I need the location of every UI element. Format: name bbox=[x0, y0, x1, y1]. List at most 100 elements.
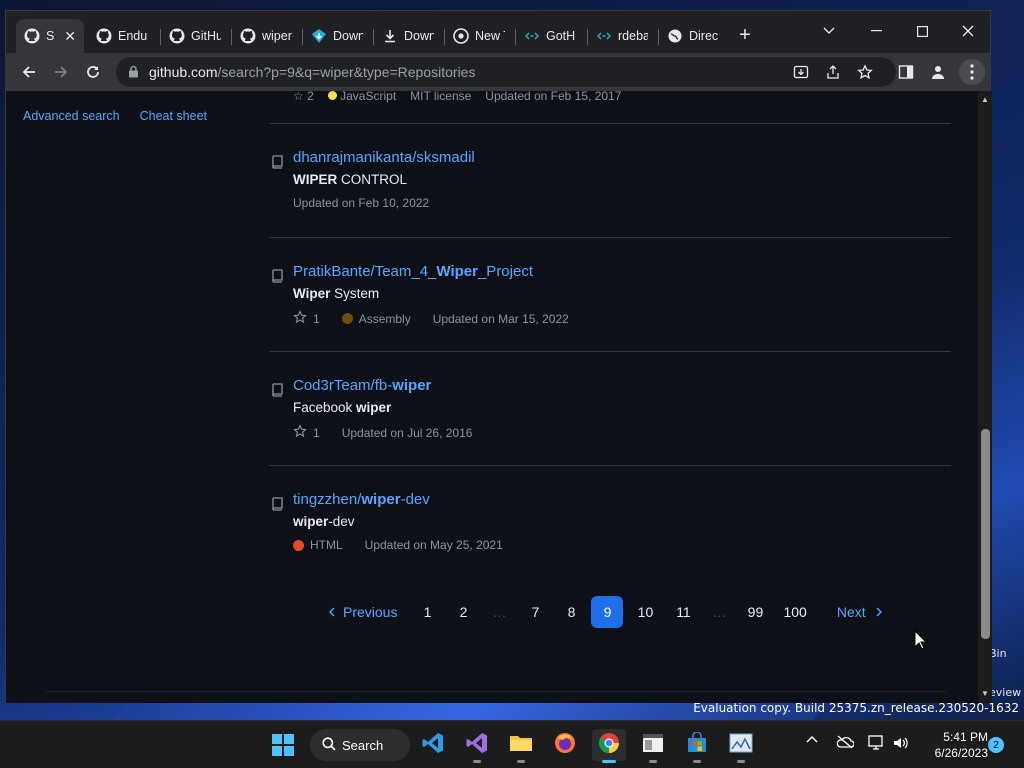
tab-title: Se bbox=[46, 29, 55, 43]
new-tab-button[interactable]: + bbox=[734, 25, 756, 47]
store-app[interactable] bbox=[680, 729, 714, 763]
github-icon bbox=[169, 28, 185, 44]
page-1-link[interactable]: 1 bbox=[411, 596, 443, 628]
url-text[interactable]: github.com/search?p=9&q=wiper&type=Repos… bbox=[149, 64, 475, 80]
file-explorer-app[interactable] bbox=[504, 729, 538, 763]
show-hidden-icons-chevron-icon[interactable] bbox=[806, 735, 818, 743]
page-8-link[interactable]: 8 bbox=[555, 596, 587, 628]
close-icon[interactable]: ✕ bbox=[64, 28, 76, 45]
tab-rdeba[interactable]: rdeba bbox=[588, 19, 656, 53]
profile-icon[interactable] bbox=[927, 61, 949, 83]
star-count: ☆ 2 bbox=[293, 91, 314, 103]
chrome-icon bbox=[453, 28, 469, 44]
star-icon[interactable] bbox=[293, 310, 307, 327]
sidebar-links: Advanced search Cheat sheet bbox=[23, 109, 207, 123]
firefox-app[interactable] bbox=[548, 729, 582, 761]
next-page-link[interactable]: Next bbox=[831, 596, 889, 628]
cheat-sheet-link[interactable]: Cheat sheet bbox=[140, 109, 207, 123]
reload-button[interactable] bbox=[80, 60, 106, 84]
list-item: Cod3rTeam/fb-wiper Facebook wiper 1 Upda… bbox=[269, 377, 951, 440]
previous-page-link[interactable]: Previous bbox=[322, 596, 407, 628]
lock-icon[interactable] bbox=[128, 65, 139, 83]
minimize-button[interactable] bbox=[853, 17, 899, 45]
github-icon bbox=[96, 28, 112, 44]
scroll-down-arrow-icon[interactable]: ▼ bbox=[981, 689, 989, 698]
tab-download-1[interactable]: Down bbox=[303, 19, 371, 53]
tab-download-2[interactable]: Down bbox=[374, 19, 442, 53]
repo-link[interactable]: dhanrajmanikanta/sksmadil bbox=[293, 149, 475, 166]
language-label: Assembly bbox=[358, 311, 411, 326]
repo-link[interactable]: PratikBante/Team_4_Wiper_Project bbox=[293, 263, 533, 280]
forward-button[interactable] bbox=[48, 60, 74, 84]
current-page[interactable]: 9 bbox=[591, 596, 624, 628]
star-icon[interactable] bbox=[293, 424, 307, 441]
url-host: github.com bbox=[149, 64, 218, 80]
close-window-button[interactable] bbox=[945, 17, 991, 45]
repo-link[interactable]: Cod3rTeam/fb-wiper bbox=[293, 377, 431, 394]
tab-goth[interactable]: GotH bbox=[516, 19, 586, 53]
tab-title: rdeba bbox=[618, 29, 648, 43]
onedrive-icon[interactable] bbox=[836, 735, 854, 749]
page-99-link[interactable]: 99 bbox=[739, 596, 771, 628]
maximize-button[interactable] bbox=[899, 17, 945, 45]
visual-studio-app[interactable] bbox=[460, 729, 494, 763]
tab-title: Down bbox=[333, 29, 363, 43]
tab-search[interactable]: Se ✕ bbox=[16, 19, 84, 53]
repo-icon bbox=[271, 155, 283, 174]
window-layout-icon bbox=[642, 732, 664, 759]
page-2-link[interactable]: 2 bbox=[447, 596, 479, 628]
language-color-dot bbox=[341, 313, 353, 324]
terminal-app[interactable] bbox=[636, 729, 670, 763]
github-icon bbox=[24, 28, 40, 44]
mouse-cursor-icon bbox=[914, 629, 928, 655]
volume-icon[interactable] bbox=[892, 735, 910, 751]
advanced-search-link[interactable]: Advanced search bbox=[23, 109, 120, 123]
language-color-dot bbox=[293, 539, 304, 551]
install-app-icon[interactable] bbox=[792, 63, 810, 81]
list-item: dhanrajmanikanta/sksmadil WIPER CONTROL … bbox=[269, 149, 951, 210]
bookmark-star-icon[interactable] bbox=[856, 63, 874, 81]
vscode-app[interactable] bbox=[416, 729, 450, 761]
tab-direc[interactable]: Direc bbox=[659, 19, 727, 53]
page-scrollbar[interactable]: ▲ ▼ bbox=[978, 91, 992, 703]
language-label: HTML bbox=[310, 538, 343, 552]
chrome-icon bbox=[598, 732, 620, 759]
monitor-app[interactable] bbox=[724, 729, 758, 763]
tab-new-tab[interactable]: New T bbox=[445, 19, 513, 53]
repo-icon bbox=[271, 269, 283, 288]
taskbar-search[interactable]: Search bbox=[310, 729, 410, 761]
back-button[interactable] bbox=[16, 60, 42, 84]
footer-divider bbox=[46, 691, 946, 692]
previous-result-meta: ☆ 2 JavaScript MIT license Updated on Fe… bbox=[293, 91, 621, 103]
network-icon[interactable] bbox=[868, 735, 886, 751]
page-10-link[interactable]: 10 bbox=[629, 596, 661, 628]
repo-description: WIPER CONTROL bbox=[293, 172, 408, 187]
taskbar-clock[interactable]: 5:41 PM 6/26/2023 bbox=[918, 729, 988, 761]
updated-label: Updated on May 25, 2021 bbox=[364, 538, 503, 552]
tab-search-dropdown[interactable] bbox=[806, 17, 852, 45]
pagination: Previous 1 2 … 7 8 9 10 11 … 99 100 Next bbox=[322, 596, 889, 628]
chrome-app[interactable] bbox=[592, 729, 626, 763]
address-bar[interactable]: github.com/search?p=9&q=wiper&type=Repos… bbox=[116, 57, 896, 87]
chevron-right-icon bbox=[876, 604, 883, 620]
tab-endur[interactable]: Endur bbox=[88, 19, 156, 53]
tab-github[interactable]: GitHu bbox=[161, 19, 229, 53]
tab-wiper[interactable]: wiper bbox=[232, 19, 300, 53]
page-100-link[interactable]: 100 bbox=[777, 596, 812, 628]
scrollbar-thumb[interactable] bbox=[981, 429, 990, 639]
page-7-link[interactable]: 7 bbox=[519, 596, 551, 628]
page-11-link[interactable]: 11 bbox=[667, 596, 699, 628]
updated-label: Updated on Feb 10, 2022 bbox=[293, 196, 430, 210]
scroll-up-arrow-icon[interactable]: ▲ bbox=[981, 95, 989, 104]
kebab-menu-icon[interactable] bbox=[959, 59, 985, 85]
share-icon[interactable] bbox=[824, 63, 842, 81]
updated-label: Updated on Jul 26, 2016 bbox=[341, 425, 473, 440]
start-button[interactable] bbox=[266, 729, 300, 761]
star-count[interactable]: 1 bbox=[313, 426, 320, 440]
notification-badge[interactable]: 2 bbox=[988, 737, 1004, 753]
repo-link[interactable]: tingzzhen/wiper-dev bbox=[293, 491, 430, 508]
updated-label: Updated on Mar 15, 2022 bbox=[432, 311, 569, 326]
side-panel-icon[interactable] bbox=[895, 61, 917, 83]
globe-icon bbox=[667, 28, 683, 44]
star-count[interactable]: 1 bbox=[313, 312, 320, 326]
